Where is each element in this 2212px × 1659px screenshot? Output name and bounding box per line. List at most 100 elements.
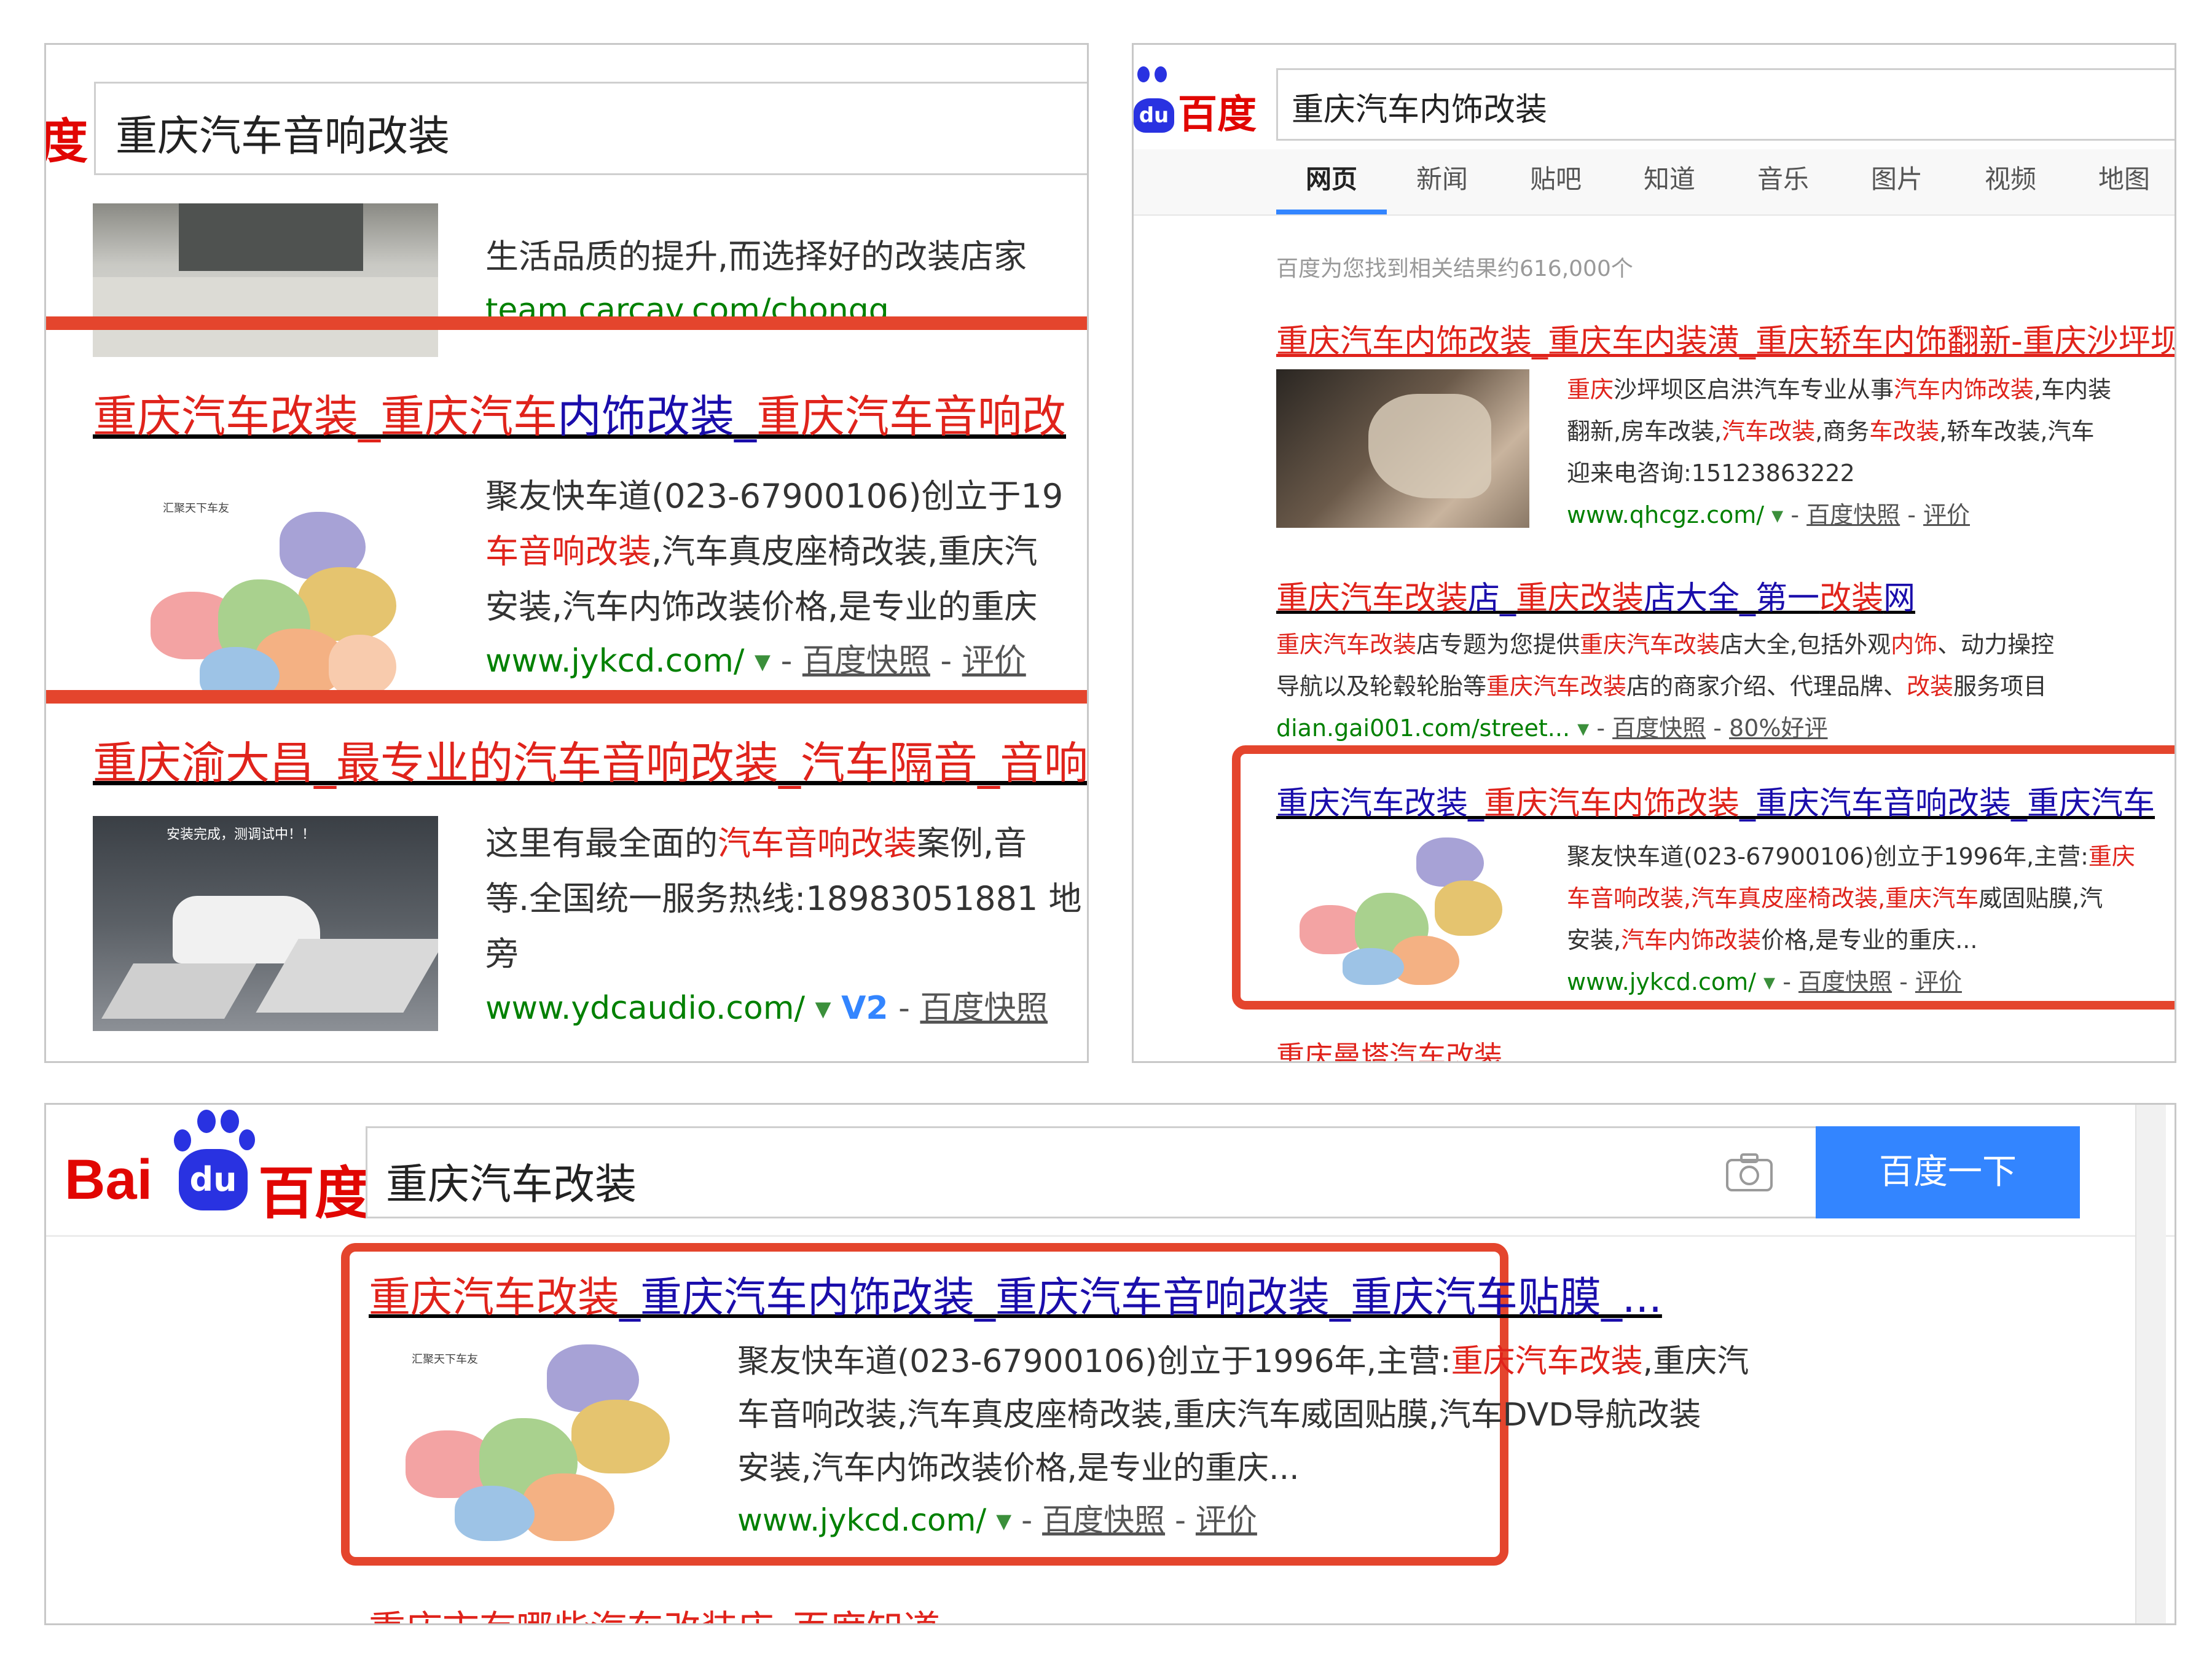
evaluate-link[interactable]: 评价 <box>962 643 1026 680</box>
baidu-logo-text: 百度 <box>1178 92 1257 138</box>
car-photo-thumbnail[interactable]: 安装完成，测调试中！！ <box>93 816 438 1031</box>
map-thumbnail[interactable]: 汇聚天下车友 <box>126 475 415 715</box>
evaluate-link[interactable]: 评价 <box>1915 968 1962 995</box>
result-description: 导航以及轮毂轮胎等重庆汽车改装店的商家介绍、代理品牌、改装服务项目 <box>1276 667 2047 701</box>
result-description: 聚友快车道(023-67900106)创立于1996年,主营:重庆汽车改装,重庆… <box>737 1335 1749 1381</box>
dropdown-arrow-icon[interactable]: ▾ <box>1763 968 1775 995</box>
desc-text: 店大全,包括外观 <box>1720 631 1891 658</box>
tab-map[interactable]: 地图 <box>2098 159 2150 196</box>
result-title-link[interactable]: 重庆市有哪些汽车改装店_百度知道 <box>369 1599 940 1623</box>
title-keyword: 重庆汽车改装_重庆汽车 <box>93 391 558 442</box>
result-url[interactable]: www.ydcaudio.com/ <box>485 990 805 1027</box>
snapshot-link[interactable]: 百度快照 <box>1806 501 1900 528</box>
title-keyword: 重庆改装 <box>1516 580 1644 617</box>
keyword: 车改装 <box>1869 418 1940 445</box>
rating-link[interactable]: 80%好评 <box>1729 715 1827 742</box>
snapshot-link[interactable]: 百度快照 <box>1042 1502 1165 1538</box>
title-keyword: 汽车音响改装_汽车隔音_音响 <box>513 737 1089 789</box>
baidu-paw-icon[interactable]: du <box>1134 66 1183 134</box>
baidu-logo-text: 百度 <box>258 1161 372 1226</box>
car-interior-thumbnail[interactable] <box>1276 369 1529 528</box>
keyword: 重庆汽车改装 <box>1451 1343 1643 1380</box>
tab-tieba[interactable]: 贴吧 <box>1530 159 1582 196</box>
verified-badge[interactable]: V2 <box>841 990 888 1027</box>
result-title-link[interactable]: 重庆汽车改装店_重庆改装店大全_第一改装网 <box>1276 572 1915 618</box>
panel-modification-search: Bai du 百度 重庆汽车改装 百度一下 重庆汽车改装_重庆汽车内饰改装_重庆… <box>44 1103 2176 1625</box>
search-query-text: 重庆汽车改装 <box>386 1161 637 1209</box>
tab-video[interactable]: 视频 <box>1985 159 2036 196</box>
evaluate-link[interactable]: 评价 <box>1923 501 1970 528</box>
result-title-link[interactable]: 重庆汽车改装_重庆汽车内饰改装_重庆汽车音响改装_重庆汽车 <box>1276 777 2175 823</box>
tab-zhidao[interactable]: 知道 <box>1644 159 1695 196</box>
title-keyword: 重庆汽车内饰改装 <box>1484 785 1740 822</box>
result-description: 迎来电咨询:15123863222 <box>1567 460 1855 487</box>
tab-news[interactable]: 新闻 <box>1416 159 1468 196</box>
result-meta: www.ydcaudio.com/ ▾ V2 - 百度快照 <box>485 990 1048 1027</box>
search-input[interactable]: 重庆汽车音响改装 <box>94 82 1087 175</box>
desc-text: 威固贴膜,汽 <box>1979 885 2103 912</box>
dropdown-arrow-icon[interactable]: ▾ <box>1577 715 1589 742</box>
tab-music[interactable]: 音乐 <box>1757 159 1809 196</box>
photo-caption: 安装完成，测调试中！！ <box>167 827 316 842</box>
keyword: 汽车内饰改装 <box>1894 376 2034 403</box>
title-text: 店大全_第一 <box>1644 580 1820 617</box>
snapshot-link[interactable]: 百度快照 <box>1612 715 1706 742</box>
highlight-bar-top <box>46 316 1087 330</box>
keyword: 重庆 <box>1567 376 1614 403</box>
result-url[interactable]: www.qhcgz.com/ <box>1567 501 1764 528</box>
keyword: 汽车内饰改装 <box>1621 927 1762 954</box>
result-url[interactable]: www.jykcd.com/ <box>737 1502 986 1538</box>
keyword: 重庆汽车 <box>1885 885 1979 912</box>
evaluate-link[interactable]: 评价 <box>1196 1502 1257 1538</box>
scrollbar[interactable] <box>2135 1105 2166 1623</box>
search-input[interactable]: 重庆汽车改装 <box>366 1126 1840 1218</box>
snapshot-link[interactable]: 百度快照 <box>802 643 930 680</box>
result-url[interactable]: www.jykcd.com/ <box>485 643 744 680</box>
dropdown-arrow-icon[interactable]: ▾ <box>755 643 771 680</box>
map-thumbnail[interactable]: 汇聚天下车友 <box>387 1332 682 1547</box>
result-title-link[interactable]: 重庆曼塔汽车改装 <box>1276 1034 1502 1061</box>
result-url[interactable]: dian.gai001.com/street... <box>1276 715 1570 742</box>
result-title-link[interactable]: 重庆汽车改装_重庆汽车内饰改装_重庆汽车音响改 <box>93 380 1066 445</box>
result-description: 生活品质的提升,而选择好的改装店家 <box>485 237 1027 276</box>
map-thumbnail[interactable] <box>1287 831 1515 991</box>
dropdown-arrow-icon[interactable]: ▾ <box>996 1502 1011 1538</box>
desc-text: 、动力操控 <box>1937 631 2055 658</box>
highlight-bar-bottom <box>46 690 1087 704</box>
keyword: 重庆 <box>2088 843 2135 870</box>
result-url[interactable]: www.jykcd.com/ <box>1567 968 1756 995</box>
search-button[interactable]: 百度一下 <box>1816 1126 2080 1218</box>
tab-web[interactable]: 网页 <box>1306 159 1357 196</box>
desc-text: ,汽车真皮座椅改装,重庆汽 <box>651 532 1038 571</box>
snapshot-link[interactable]: 百度快照 <box>1798 968 1892 995</box>
dropdown-arrow-icon[interactable]: ▾ <box>1771 501 1783 528</box>
result-meta: www.jykcd.com/ ▾ - 百度快照 - 评价 <box>737 1502 1257 1538</box>
desc-text: 这里有最全面的 <box>485 824 718 863</box>
desc-text: 服务项目 <box>1953 673 2047 700</box>
result-description: 旁 <box>485 935 519 973</box>
keyword: 车音响改装 <box>485 532 651 571</box>
desc-text: ,重庆汽 <box>1642 1343 1749 1380</box>
title-text: 网 <box>1883 580 1916 617</box>
keyword: 改装 <box>1907 673 1954 700</box>
result-description: 等.全国统一服务热线:18983051881 地 <box>485 879 1082 918</box>
desc-text: 聚友快车道(023-67900106)创立于1996年,主营: <box>1567 843 2088 870</box>
result-title-link[interactable]: 重庆汽车改装_重庆汽车内饰改装_重庆汽车音响改装_重庆汽车贴膜_... <box>369 1263 1662 1324</box>
title-text: _ <box>1739 785 1756 822</box>
result-title-link[interactable]: 重庆渝大昌_最专业的汽车音响改装_汽车隔音_音响 <box>93 727 1089 791</box>
tab-images[interactable]: 图片 <box>1871 159 1923 196</box>
result-title-link[interactable]: 重庆汽车内饰改装_重庆车内装潢_重庆轿车内饰翻新-重庆沙坪坝 <box>1276 315 2175 361</box>
search-input[interactable]: 重庆汽车内饰改装 <box>1276 68 2175 141</box>
baidu-logo-fragment: 度 <box>44 114 88 170</box>
result-meta: www.jykcd.com/ ▾ - 百度快照 - 评价 <box>485 643 1026 680</box>
desc-text: 案例,音 <box>917 824 1027 863</box>
camera-icon[interactable] <box>1725 1153 1773 1192</box>
result-thumbnail[interactable] <box>93 203 438 357</box>
result-description: 安装,汽车内饰改装价格,是专业的重庆... <box>1567 921 1977 955</box>
baidu-paw-icon[interactable]: du <box>162 1105 255 1228</box>
snapshot-link[interactable]: 百度快照 <box>920 990 1048 1027</box>
desc-text: 安装, <box>1567 927 1622 954</box>
result-description: 安装,汽车内饰改装价格,是专业的重庆... <box>737 1450 1300 1487</box>
dropdown-arrow-icon[interactable]: ▾ <box>815 990 831 1027</box>
result-meta: www.jykcd.com/ ▾ - 百度快照 - 评价 <box>1567 968 1962 995</box>
